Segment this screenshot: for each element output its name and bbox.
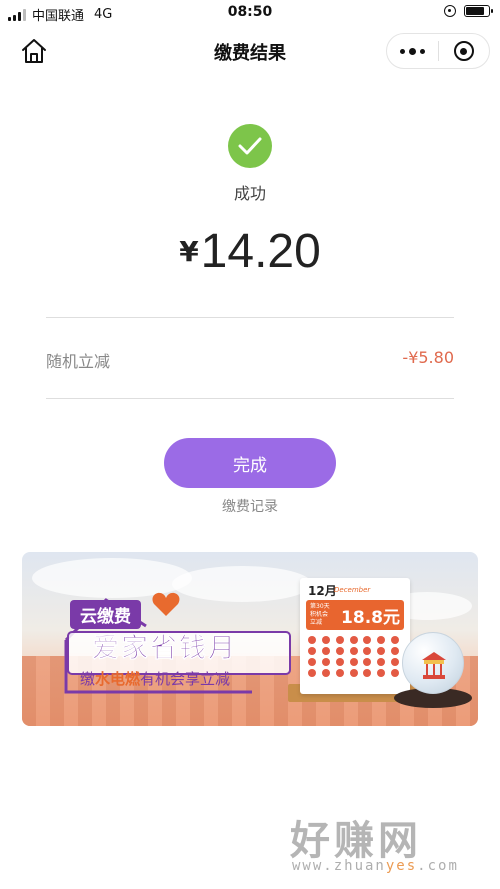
promo-small-1: 第30天	[310, 603, 330, 610]
calendar-day-dot	[321, 669, 330, 677]
desk-calendar: 12月 December 第30天 积机会 立减 18.8元	[300, 578, 410, 694]
calendar-day-dot	[377, 647, 386, 655]
carousel-icon	[422, 652, 446, 679]
payment-status: 成功	[233, 184, 266, 203]
calendar-month-en: December	[334, 586, 371, 594]
done-button[interactable]: 完成	[164, 438, 336, 488]
calendar-day-dot	[377, 658, 386, 666]
calendar-day-dot	[335, 669, 344, 677]
battery-icon	[464, 5, 493, 17]
status-right	[444, 5, 493, 17]
calendar-day-dot	[377, 669, 386, 677]
amount-value: 14.20	[200, 225, 321, 278]
calendar-day-dot	[391, 669, 400, 677]
banner-subtitle-highlight: 水电燃	[95, 670, 141, 688]
calendar-day-dot	[308, 669, 316, 677]
calendar-day-dot	[308, 647, 316, 655]
payment-records-link[interactable]: 缴费记录	[0, 496, 500, 516]
calendar-month: 12月	[308, 584, 337, 598]
divider-top	[46, 317, 454, 318]
close-miniprogram-icon[interactable]	[438, 34, 489, 68]
calendar-day-dot	[308, 636, 316, 644]
calendar-day-dot	[363, 658, 372, 666]
battery-level	[466, 7, 484, 15]
status-time: 08:50	[227, 4, 273, 20]
more-dots-icon[interactable]	[387, 34, 438, 68]
calendar-day-dot	[391, 647, 400, 655]
watermark-url: www.zhuanyes.com	[292, 858, 459, 874]
miniprogram-capsule	[386, 33, 490, 69]
promo-small-2: 积机会	[310, 611, 329, 618]
calendar-day-dot	[363, 636, 372, 644]
calendar-day-dot	[391, 658, 400, 666]
promo-amount: 18.8元	[341, 608, 400, 628]
discount-label: 随机立减	[46, 352, 111, 371]
calendar-promo: 第30天 积机会 立减 18.8元	[306, 600, 404, 630]
promo-banner[interactable]: 云缴费 爱家省钱月 缴水电燃有机会享立减 12月 December 第30天 积…	[22, 552, 478, 726]
calendar-day-dot	[321, 658, 330, 666]
calendar-day-dot	[363, 669, 372, 677]
banner-subtitle-post: 有机会享立减	[140, 670, 231, 688]
calendar-day-dot	[349, 636, 358, 644]
calendar-day-dot	[349, 647, 358, 655]
currency-symbol: ¥	[179, 235, 199, 268]
calendar-grid	[308, 636, 402, 677]
banner-subtitle-pre: 缴	[80, 670, 96, 688]
wm-url-pre: www.zhuan	[292, 858, 386, 874]
check-circle-icon	[228, 124, 272, 168]
status-bar: 中国联通 4G 08:50	[0, 0, 500, 26]
discount-value: -¥5.80	[402, 348, 454, 367]
banner-tag: 云缴费	[70, 600, 141, 629]
banner-title: 爱家省钱月	[92, 633, 237, 665]
wm-url-highlight: yes	[385, 858, 418, 874]
paid-amount: ¥14.20	[0, 224, 500, 279]
calendar-day-dot	[363, 647, 372, 655]
calendar-day-dot	[349, 669, 358, 677]
calendar-day-dot	[391, 636, 400, 644]
calendar-day-dot	[377, 636, 386, 644]
calendar-promo-small: 第30天 积机会 立减	[310, 603, 330, 627]
calendar-day-dot	[321, 647, 330, 655]
calendar-day-dot	[349, 658, 358, 666]
watermark: 好赚网 www.zhuanyes.com	[290, 808, 490, 878]
orientation-lock-icon	[444, 5, 456, 17]
promo-small-3: 立减	[310, 619, 323, 626]
calendar-day-dot	[335, 658, 344, 666]
calendar-day-dot	[335, 647, 344, 655]
banner-subtitle: 缴水电燃有机会享立减	[80, 668, 230, 689]
calendar-day-dot	[321, 636, 330, 644]
calendar-day-dot	[335, 636, 344, 644]
calendar-day-dot	[308, 658, 316, 666]
divider-bottom	[46, 398, 454, 399]
wm-url-post: .com	[417, 858, 459, 874]
nav-bar: 缴费结果	[0, 26, 500, 74]
